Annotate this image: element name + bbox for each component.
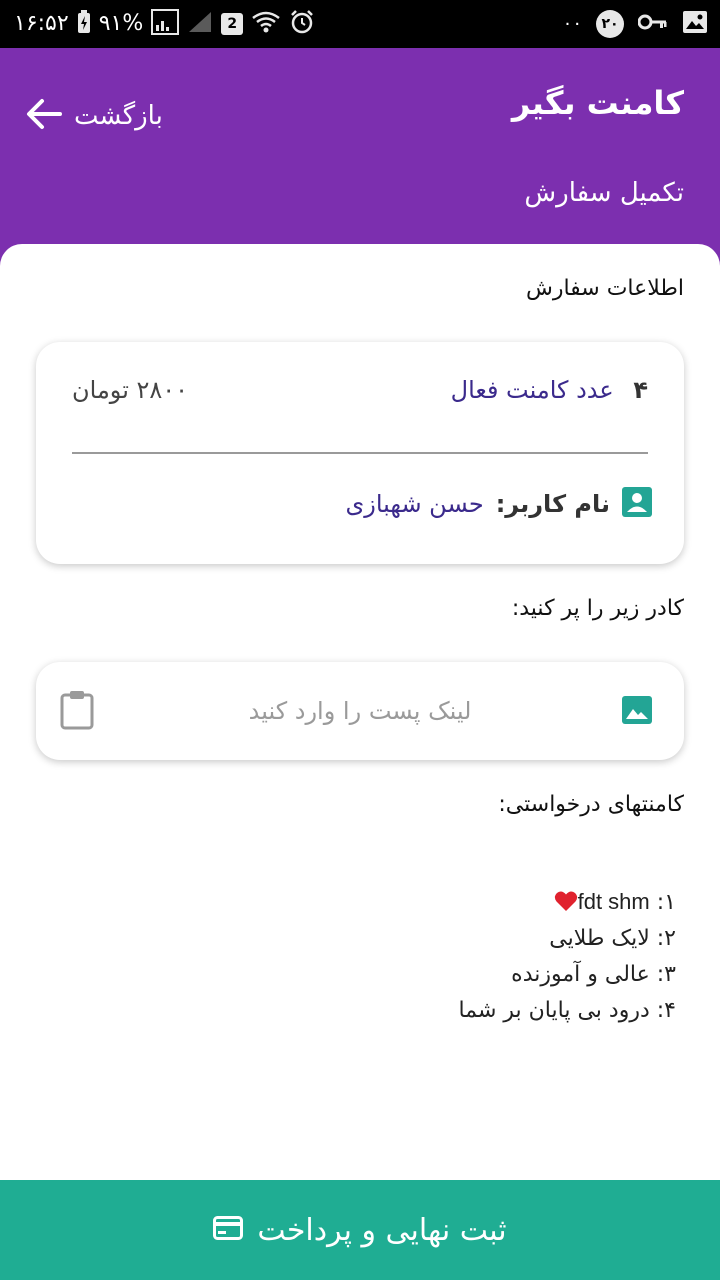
- back-button[interactable]: بازگشت: [24, 92, 163, 140]
- comment-item: ۲: لایک طلایی: [459, 921, 676, 957]
- signal-icon: [151, 9, 180, 39]
- account-box-icon: [622, 487, 652, 521]
- app-title: کامنت بگیر: [511, 84, 684, 122]
- arrow-left-icon: [24, 94, 64, 138]
- battery-level: ۹۱%: [98, 11, 144, 36]
- quantity-label: عدد کامنت فعال: [450, 376, 614, 404]
- quantity-value: ۴: [633, 376, 648, 404]
- quantity-line: ۴ عدد کامنت فعال: [451, 376, 648, 404]
- comments-list: ۱: fdt shm ۲: لایک طلایی ۳: عالی و آموزن…: [459, 884, 676, 1029]
- notification-count-badge: ۲۰: [596, 10, 624, 38]
- comment-index: ۳:: [656, 962, 676, 987]
- comment-text: لایک طلایی: [549, 926, 650, 951]
- page-subtitle: تکمیل سفارش: [524, 178, 684, 208]
- comment-item: ۳: عالی و آموزنده: [459, 957, 676, 993]
- status-bar: ۱۶:۵۲ ۹۱% 2 ۰۰ ۲۰: [0, 0, 720, 48]
- username-label: نام کاربر:: [495, 490, 610, 518]
- comment-index: ۴:: [656, 998, 676, 1023]
- username-row: نام کاربر: حسن شهبازی: [345, 484, 652, 524]
- battery-icon: [77, 10, 91, 38]
- comment-item: ۴: درود بی پایان بر شما: [459, 993, 676, 1029]
- submit-payment-label: ثبت نهایی و پرداخت: [257, 1212, 507, 1248]
- credit-card-icon: [213, 1216, 244, 1244]
- app-header: کامنت بگیر بازگشت تکمیل سفارش: [0, 48, 720, 270]
- clipboard-icon[interactable]: [60, 690, 94, 734]
- wifi-icon: [251, 10, 281, 38]
- signal-empty-icon: [187, 10, 213, 38]
- comment-text: عالی و آموزنده: [511, 962, 650, 987]
- card-divider: [72, 452, 648, 454]
- image-notification-icon: [682, 10, 708, 38]
- heart-icon: [554, 890, 578, 915]
- sim-badge: 2: [221, 13, 244, 35]
- comment-index: ۱:: [656, 890, 676, 915]
- back-label: بازگشت: [74, 101, 163, 131]
- content-sheet: اطلاعات سفارش ۴ عدد کامنت فعال ۲۸۰۰ توما…: [0, 244, 720, 1180]
- status-left: ۱۶:۵۲ ۹۱% 2: [14, 8, 315, 40]
- alarm-icon: [289, 9, 315, 39]
- comment-text: درود بی پایان بر شما: [458, 998, 650, 1023]
- status-right: ۰۰ ۲۰: [563, 8, 708, 40]
- order-info-label: اطلاعات سفارش: [525, 276, 684, 301]
- comment-index: ۲:: [656, 926, 676, 951]
- status-time: ۱۶:۵۲: [14, 11, 69, 36]
- image-icon: [622, 696, 652, 728]
- submit-payment-button[interactable]: ثبت نهایی و پرداخت: [0, 1180, 720, 1280]
- requested-comments-label: کامنتهای درخواستی:: [498, 792, 684, 817]
- fill-instruction-label: کادر زیر را پر کنید:: [511, 596, 684, 621]
- key-icon: [637, 13, 668, 35]
- post-link-field-card: [36, 662, 684, 760]
- comment-item: ۱: fdt shm: [459, 884, 676, 921]
- status-extra: ۰۰: [562, 13, 582, 34]
- post-link-input[interactable]: [136, 686, 584, 736]
- order-summary-card: ۴ عدد کامنت فعال ۲۸۰۰ تومان نام کاربر: ح…: [36, 342, 684, 564]
- price-value: ۲۸۰۰ تومان: [72, 376, 189, 404]
- comment-text: fdt shm: [577, 889, 650, 914]
- username-value: حسن شهبازی: [345, 490, 484, 518]
